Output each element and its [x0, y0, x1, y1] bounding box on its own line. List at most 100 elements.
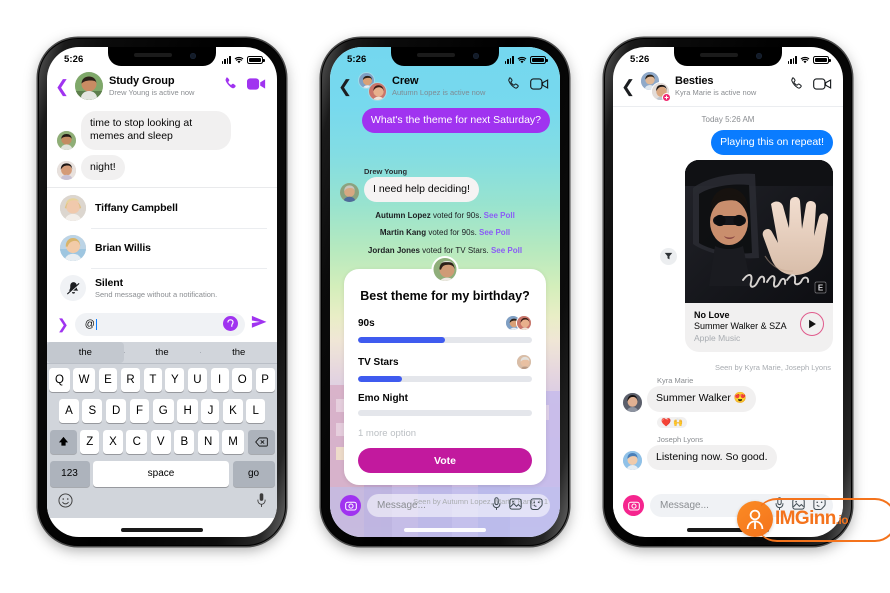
key-i[interactable]: I: [210, 367, 229, 392]
key-s[interactable]: S: [82, 398, 103, 423]
numbers-key[interactable]: 123: [49, 460, 90, 487]
expand-chevron-icon[interactable]: ❯: [57, 316, 69, 333]
key-x[interactable]: X: [102, 429, 123, 454]
avatar-group[interactable]: [358, 72, 387, 101]
key-p[interactable]: P: [255, 367, 275, 392]
message-bubble[interactable]: night!: [81, 154, 125, 181]
key-e[interactable]: E: [98, 367, 118, 392]
prediction-1[interactable]: the: [123, 347, 201, 358]
card-seen-by-label: Seen by Kyra Marie, Joseph Lyons: [714, 363, 831, 373]
space-key[interactable]: space: [93, 460, 229, 487]
funnel-icon[interactable]: [660, 247, 677, 265]
message-bubble[interactable]: I need help deciding!: [364, 176, 479, 203]
see-poll-link[interactable]: See Poll: [491, 246, 522, 255]
cellular-signal-icon: [221, 56, 231, 64]
shift-key[interactable]: [49, 429, 77, 454]
message-bubble[interactable]: Listening now. So good.: [647, 444, 777, 471]
vote-button[interactable]: Vote: [358, 448, 532, 474]
music-share-card[interactable]: E No Love Summer Walker & SZA Apple Musi…: [685, 160, 833, 353]
phone-icon[interactable]: [223, 76, 238, 96]
message-input[interactable]: @: [74, 313, 245, 337]
list-item-label: Silent: [95, 277, 123, 290]
phone-3-screen: 5:26 ❮ Besties Kyra Marie is active now …: [613, 47, 843, 537]
key-c[interactable]: C: [126, 429, 148, 454]
key-t[interactable]: T: [143, 367, 162, 392]
back-button[interactable]: ❮: [338, 78, 352, 95]
poll-option[interactable]: TV Stars: [358, 354, 532, 383]
emoji-icon[interactable]: [58, 493, 73, 513]
list-item-silent[interactable]: Silent Send message without a notificati…: [47, 268, 277, 308]
phone-icon[interactable]: [506, 76, 521, 96]
avatar-group[interactable]: [641, 72, 671, 102]
key-w[interactable]: W: [73, 367, 96, 392]
key-n[interactable]: N: [197, 429, 219, 454]
key-v[interactable]: V: [150, 429, 171, 454]
microphone-icon[interactable]: [257, 493, 266, 513]
key-a[interactable]: A: [58, 398, 79, 423]
status-time: 5:26: [347, 54, 367, 65]
list-item[interactable]: Tiffany Campbell: [47, 188, 277, 228]
avatar[interactable]: [57, 130, 76, 150]
poll-option-fill: [358, 337, 445, 344]
thumbprint-icon[interactable]: [223, 315, 238, 334]
key-u[interactable]: U: [187, 367, 208, 392]
prediction-2[interactable]: the: [200, 347, 277, 358]
key-l[interactable]: L: [246, 398, 266, 423]
microphone-icon[interactable]: [492, 497, 501, 514]
watermark: IMGinn.io: [737, 498, 890, 542]
avatar[interactable]: [57, 161, 76, 181]
message-bubble[interactable]: Summer Walker 😍: [647, 386, 756, 412]
back-button[interactable]: ❮: [55, 78, 69, 95]
vote-notice: Autumn Lopez voted for 90s. See Poll: [375, 211, 515, 221]
key-h[interactable]: H: [177, 398, 198, 423]
key-b[interactable]: B: [174, 429, 195, 454]
cellular-signal-icon: [504, 56, 514, 64]
avatar[interactable]: [75, 72, 103, 100]
key-j[interactable]: J: [201, 398, 220, 423]
key-g[interactable]: G: [152, 398, 174, 423]
message-bubble-sent[interactable]: Playing this on repeat!: [711, 130, 833, 156]
avatar[interactable]: [340, 183, 359, 203]
back-button[interactable]: ❮: [621, 78, 635, 95]
go-key[interactable]: go: [232, 460, 275, 487]
key-q[interactable]: Q: [49, 367, 70, 392]
camera-icon[interactable]: [623, 495, 644, 516]
key-d[interactable]: D: [105, 398, 127, 423]
home-indicator[interactable]: [121, 528, 203, 532]
battery-icon: [813, 55, 831, 64]
prediction-0[interactable]: the: [47, 342, 124, 364]
see-poll-link[interactable]: See Poll: [484, 211, 515, 220]
message-bubble[interactable]: time to stop looking at memes and sleep: [81, 111, 231, 150]
photo-icon[interactable]: [509, 498, 522, 513]
message-row: night!: [57, 154, 267, 181]
video-camera-icon[interactable]: [813, 77, 832, 96]
phone-icon[interactable]: [789, 76, 804, 96]
chat-presence: Drew Young is active now: [109, 87, 195, 97]
poll-more-options[interactable]: 1 more option: [358, 428, 532, 439]
message-bubble-sent[interactable]: What's the theme for next Saturday?: [361, 108, 550, 134]
camera-icon[interactable]: [340, 495, 361, 516]
list-item[interactable]: Brian Willis: [47, 228, 277, 268]
sticker-icon[interactable]: [530, 498, 543, 513]
poll-author-avatar: [431, 255, 459, 283]
avatar[interactable]: [623, 451, 642, 471]
avatar[interactable]: [623, 392, 642, 412]
key-z[interactable]: Z: [80, 429, 100, 454]
send-icon[interactable]: [251, 315, 267, 334]
key-f[interactable]: F: [129, 398, 150, 423]
video-camera-icon[interactable]: [530, 77, 549, 96]
message-reactions[interactable]: ❤️ 🙌: [657, 416, 687, 428]
home-indicator[interactable]: [404, 528, 486, 532]
key-o[interactable]: O: [232, 367, 253, 392]
key-m[interactable]: M: [222, 429, 244, 454]
keyboard-row-2: ASDFGHJKL: [47, 395, 277, 426]
see-poll-link[interactable]: See Poll: [479, 228, 510, 237]
video-camera-icon[interactable]: [247, 77, 266, 96]
key-k[interactable]: K: [222, 398, 243, 423]
message-input[interactable]: Message...: [367, 494, 550, 517]
poll-option[interactable]: Emo Night: [358, 393, 532, 417]
key-r[interactable]: R: [120, 367, 141, 392]
poll-option[interactable]: 90s: [358, 315, 532, 344]
key-y[interactable]: Y: [165, 367, 185, 392]
backspace-key[interactable]: [247, 429, 275, 454]
